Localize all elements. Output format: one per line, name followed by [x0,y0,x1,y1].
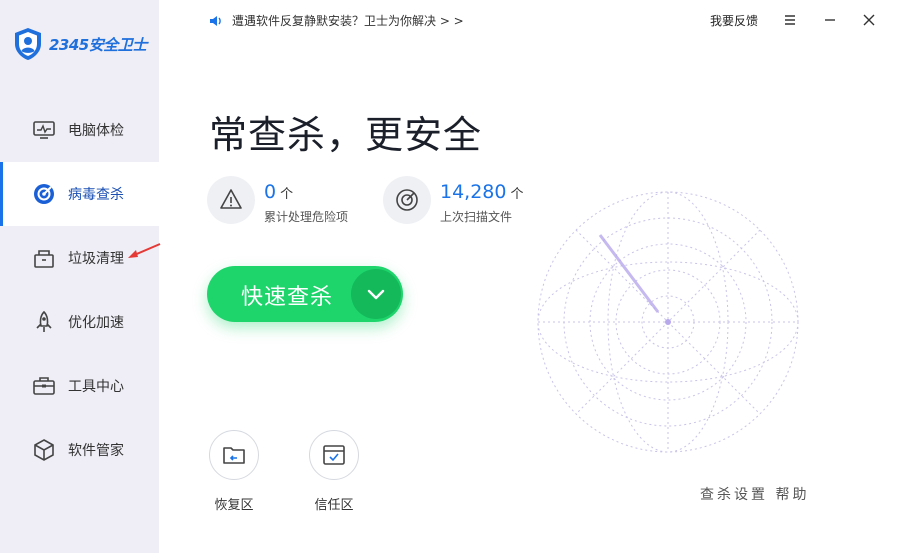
target-icon [34,184,54,204]
stat-caption: 上次扫描文件 [440,210,513,224]
sidebar-item-label: 病毒查杀 [68,187,124,203]
stat-number: 14,280 [440,181,507,203]
trash-bag-icon [34,250,54,268]
stat-number: 0 [264,181,277,203]
warning-icon [220,189,242,209]
rocket-icon [36,310,52,332]
notice-text[interactable]: 遭遇软件反复静默安装？卫士为你解决 > > [232,12,464,29]
sidebar-item-virus-scan[interactable]: 病毒查杀 [0,162,159,226]
app-logo: 2345安全卫士 [13,27,147,61]
restore-zone[interactable]: 恢复区 [199,430,269,513]
radar-sphere-graphic [537,191,799,453]
stat-unit: 个 [510,187,524,202]
trust-zone[interactable]: 信任区 [299,430,369,513]
folder-restore-icon [223,447,245,464]
checklist-window-icon [323,445,345,465]
sidebar: 2345安全卫士 电脑体检 病毒查杀 垃圾清理 优化加速 工具中心 软件管家 [0,0,159,553]
sidebar-item-pc-checkup[interactable]: 电脑体检 [0,98,159,162]
scan-settings-link[interactable]: 查杀设置 帮助 [700,484,809,504]
trust-zone-label[interactable]: 信任区 [299,494,369,513]
page-title: 常查杀，更安全 [209,113,483,157]
trust-zone-icon-wrap[interactable] [309,430,359,480]
cube-icon [34,439,54,461]
sidebar-item-label: 软件管家 [68,443,124,459]
stat-icon-wrap [383,176,431,224]
monitor-icon [33,121,55,139]
annotation-arrow [128,243,161,258]
menu-icon[interactable] [779,9,801,31]
shield-logo-icon [15,28,41,60]
chevron-down-icon [367,289,385,300]
logo-text: 2345安全卫士 [49,35,147,54]
sidebar-item-label: 电脑体检 [68,123,124,139]
stat-value: 14,280 个 [440,181,524,203]
sidebar-item-label: 垃圾清理 [68,251,124,267]
stat-caption: 累计处理危险项 [264,210,349,224]
sidebar-item-optimize[interactable]: 优化加速 [0,290,159,354]
quick-scan-label: 快速查杀 [241,285,334,310]
scan-options-dropdown[interactable] [351,269,401,319]
sidebar-item-label: 优化加速 [68,315,124,331]
stat-value: 0个 [264,181,293,203]
speaker-icon [210,15,221,26]
restore-zone-icon-wrap[interactable] [209,430,259,480]
stat-unit: 个 [280,187,294,202]
sidebar-item-software-manager[interactable]: 软件管家 [0,418,159,482]
feedback-link[interactable]: 我要反馈 [710,12,758,29]
sidebar-item-label: 工具中心 [68,379,124,395]
stat-icon-wrap [207,176,255,224]
minimize-icon[interactable] [819,9,841,31]
toolbox-icon [33,377,55,395]
quick-scan-button[interactable]: 快速查杀 [207,266,403,322]
restore-zone-label[interactable]: 恢复区 [199,494,269,513]
sidebar-item-tools[interactable]: 工具中心 [0,354,159,418]
radar-icon [396,189,418,211]
notice-banner[interactable]: 遭遇软件反复静默安装？卫士为你解决 > > [208,12,464,29]
stat-threats-handled: 0个 累计处理危险项 [207,176,377,228]
close-icon[interactable] [858,9,880,31]
active-indicator [0,162,3,226]
stat-files-scanned: 14,280 个 上次扫描文件 [383,176,553,228]
